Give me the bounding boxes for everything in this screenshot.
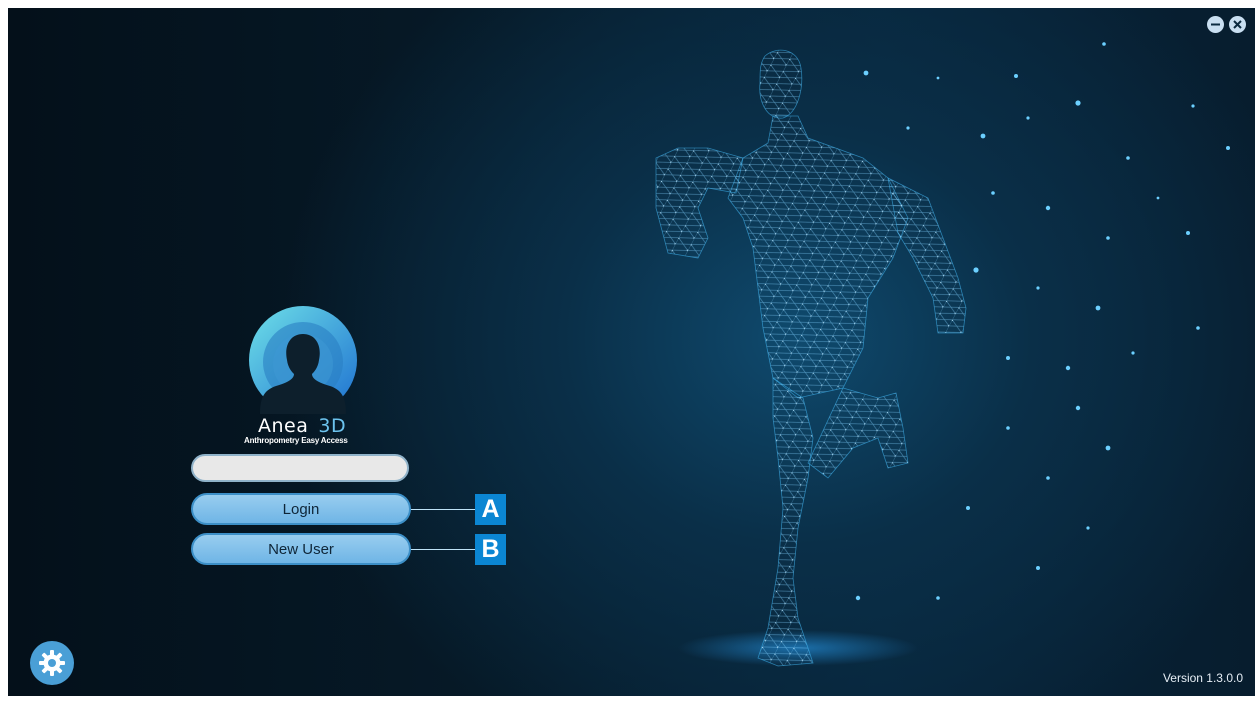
close-icon (1233, 20, 1242, 29)
new-user-button-label: New User (268, 540, 334, 558)
background-runner-illustration (655, 42, 1230, 667)
login-button-label: Login (282, 500, 320, 518)
app-window: Anea 3D Anthropometry Easy Access Login N… (8, 8, 1255, 696)
version-label: Version 1.3.0.0 (1162, 671, 1243, 685)
brand-suffix: 3D (318, 415, 347, 437)
app-logo (249, 306, 357, 414)
gear-icon (39, 650, 65, 676)
minimize-button[interactable] (1207, 16, 1224, 33)
callout-line-b (411, 549, 475, 550)
login-button[interactable]: Login (191, 493, 411, 525)
brand-name: Anea 3D (258, 416, 346, 436)
new-user-button[interactable]: New User (191, 533, 411, 565)
username-input[interactable] (191, 454, 409, 482)
settings-button[interactable] (30, 641, 74, 685)
callout-b: B (475, 534, 506, 565)
callout-line-a (411, 509, 475, 510)
brand-name-text: Anea (258, 415, 309, 437)
callout-a: A (475, 494, 506, 525)
brand-tagline: Anthropometry Easy Access (244, 436, 348, 445)
minimize-icon (1211, 23, 1220, 26)
close-button[interactable] (1229, 16, 1246, 33)
